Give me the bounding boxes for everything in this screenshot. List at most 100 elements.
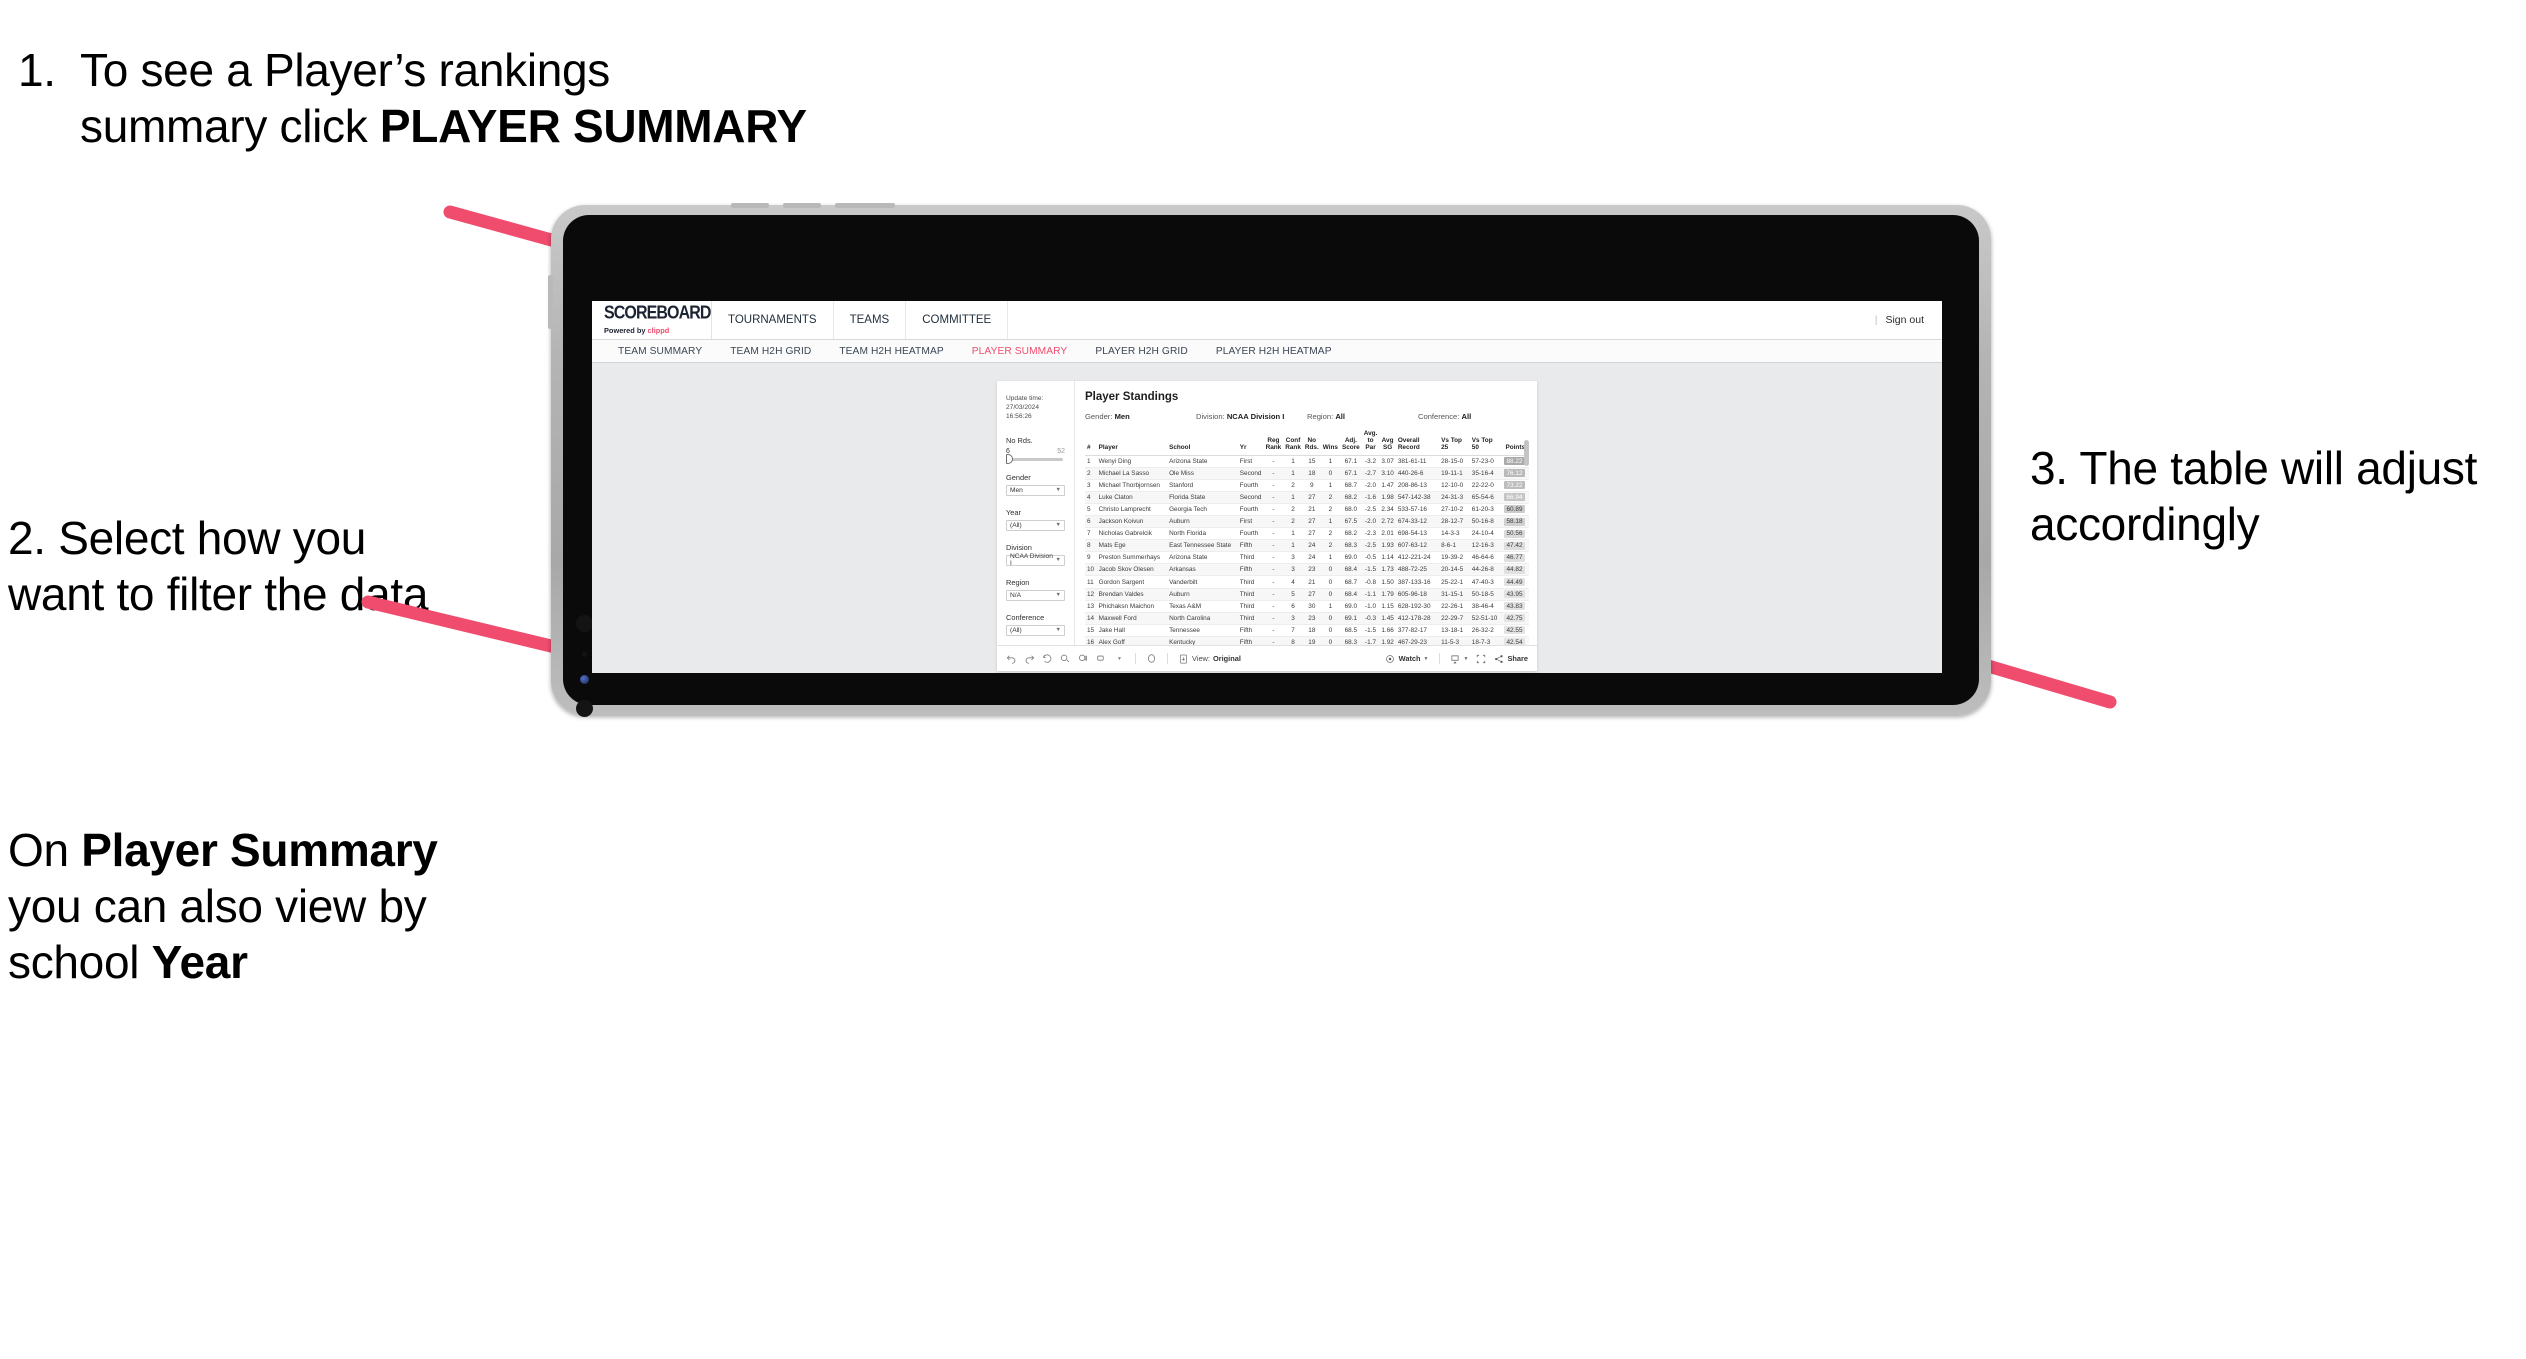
col-avg-to-par[interactable]: Avg. to Par <box>1361 430 1380 456</box>
table-cell-no-rds: 18 <box>1302 624 1321 637</box>
no-rounds-slider[interactable] <box>1006 454 1063 465</box>
share-label: Share <box>1507 654 1528 663</box>
col-overall-record[interactable]: Overall Record <box>1395 430 1440 456</box>
points-value: 47.42 <box>1504 541 1525 550</box>
download-control[interactable]: ▼ <box>1450 653 1469 664</box>
table-cell-vs-top-25: 24-31-3 <box>1439 491 1470 504</box>
table-cell-yr: Second <box>1237 467 1264 480</box>
tab-player-summary[interactable]: PLAYER SUMMARY <box>958 346 1082 357</box>
table-cell-no-rds: 21 <box>1302 575 1321 589</box>
table-cell-vs-top-50: 46-64-6 <box>1469 551 1502 565</box>
view-label: View: <box>1192 654 1210 663</box>
view-original-control[interactable]: View: Original <box>1178 653 1241 664</box>
dashboard-body: Update time: 27/03/2024 16:56:26 No Rds.… <box>997 381 1537 671</box>
tab-team-h2h-grid[interactable]: TEAM H2H GRID <box>716 346 825 357</box>
table-cell-no-rds: 19 <box>1302 636 1321 645</box>
table-row[interactable]: 10 Jacob Skov Olesen Arkansas Fifth -3 23 0 68.… <box>1085 563 1529 577</box>
undo-icon[interactable] <box>1006 653 1017 664</box>
tab-player-h2h-grid[interactable]: PLAYER H2H GRID <box>1081 346 1201 357</box>
division-select[interactable]: NCAA Division I ▼ <box>1006 553 1065 567</box>
col-player[interactable]: Player <box>1096 430 1168 456</box>
summary-gender: Gender: Men <box>1085 412 1196 421</box>
share-control[interactable]: Share <box>1493 653 1528 664</box>
app-logo[interactable]: SCOREBOARD Powered by clippd <box>592 301 712 339</box>
table-row[interactable]: 5 Christo Lamprecht Georgia Tech Fourth -2 21… <box>1085 503 1529 516</box>
table-row[interactable]: 12 Brendan Valdes Auburn Third -5 27 0 68.4 -1.1… <box>1085 588 1529 601</box>
table-row[interactable]: 14 Maxwell Ford North Carolina Third -3 23 0 69… <box>1085 612 1529 625</box>
refresh-data-icon[interactable] <box>1060 653 1071 664</box>
table-cell-yr: First <box>1237 515 1264 529</box>
table-row[interactable]: 9 Preston Summerhays Arizona State Third -3 2… <box>1085 551 1529 565</box>
col-avg-sg[interactable]: Avg SG <box>1379 430 1396 456</box>
col-reg-rank[interactable]: Reg Rank <box>1263 430 1284 456</box>
custom-view-icon[interactable] <box>1096 653 1107 664</box>
table-cell-overall-record: 440-26-6 <box>1395 467 1440 480</box>
year-select[interactable]: (All) ▼ <box>1006 519 1065 531</box>
tab-team-h2h-heatmap[interactable]: TEAM H2H HEATMAP <box>825 346 957 357</box>
table-cell-reg-rank: - <box>1263 612 1284 625</box>
filter-year-label: Year <box>1006 507 1021 517</box>
tab-player-h2h-heatmap[interactable]: PLAYER H2H HEATMAP <box>1202 346 1346 357</box>
topnav-item-committee[interactable]: COMMITTEE <box>906 301 1009 339</box>
col-rank[interactable]: # <box>1085 430 1097 456</box>
table-cell-points: 43.83 <box>1501 600 1529 613</box>
gender-select[interactable]: Men ▼ <box>1006 484 1065 496</box>
redo-icon[interactable] <box>1024 653 1035 664</box>
table-row[interactable]: 13 Phichaksn Maichon Texas A&M Third -6 30 1 69… <box>1085 600 1529 613</box>
table-cell-wins: 2 <box>1320 491 1340 504</box>
table-row[interactable]: 11 Gordon Sargent Vanderbilt Third -4 21 0 68.7… <box>1085 575 1529 589</box>
table-cell-overall-record: 467-29-23 <box>1395 636 1440 645</box>
table-head: # Player School Yr Reg Rank Conf Rank No Rd… <box>1085 430 1529 456</box>
table-cell-vs-top-25: 25-22-1 <box>1439 575 1470 589</box>
table-cell-conf-rank: 1 <box>1283 467 1303 480</box>
pause-auto-update-icon[interactable] <box>1078 653 1089 664</box>
col-school[interactable]: School <box>1167 430 1238 456</box>
revert-icon[interactable] <box>1042 653 1053 664</box>
table-cell-overall-record: 533-57-16 <box>1395 503 1440 516</box>
table-cell-avg-to-par: -3.2 <box>1361 455 1380 468</box>
table-row[interactable]: 2 Michael La Sasso Ole Miss Second -1 18 0 67.1… <box>1085 467 1529 480</box>
table-row[interactable]: 3 Michael Thorbjornsen Stanford Fourth -2 9 1 6… <box>1085 479 1529 492</box>
chevron-down-icon: ▼ <box>1463 655 1469 662</box>
table-scrollbar[interactable] <box>1524 440 1529 466</box>
table-cell-no-rds: 15 <box>1302 455 1321 468</box>
table-cell-yr: Fifth <box>1237 563 1264 577</box>
table-cell-no-rds: 23 <box>1302 563 1321 577</box>
col-no-rds[interactable]: No Rds. <box>1302 430 1321 456</box>
table-cell-avg-to-par: -0.5 <box>1361 551 1380 565</box>
region-select[interactable]: N/A ▼ <box>1006 589 1065 601</box>
table-row[interactable]: 15 Jake Hall Tennessee Fifth -7 18 0 68.5 -1.5 1.… <box>1085 624 1529 637</box>
table-cell-points: 73.22 <box>1501 479 1529 492</box>
topnav-item-tournaments[interactable]: TOURNAMENTS <box>712 301 834 339</box>
summary-division-label: Division: <box>1196 412 1225 421</box>
col-adj-score[interactable]: Adj. Score <box>1339 430 1362 456</box>
col-conf-rank[interactable]: Conf Rank <box>1283 430 1303 456</box>
slider-handle[interactable] <box>1006 454 1013 465</box>
watch-control[interactable]: Watch ▼ <box>1385 653 1429 664</box>
points-value: 58.18 <box>1504 517 1525 526</box>
topnav-separator: | <box>1874 314 1878 326</box>
table-row[interactable]: 1 Wenyi Ding Arizona State First -1 15 1 67.1 -3… <box>1085 455 1529 468</box>
history-icon[interactable] <box>1146 653 1157 664</box>
table-cell-player: Wenyi Ding <box>1096 455 1168 468</box>
fullscreen-icon[interactable] <box>1475 653 1486 664</box>
table-row[interactable]: 7 Nicholas Gabrelcik North Florida Fourth -1… <box>1085 527 1529 541</box>
sign-out-link[interactable]: Sign out <box>1885 314 1924 326</box>
conference-select[interactable]: (All) ▼ <box>1006 624 1065 636</box>
table-cell-wins: 2 <box>1320 539 1340 553</box>
col-year[interactable]: Yr <box>1237 430 1264 456</box>
table-row[interactable]: 8 Mats Ege East Tennessee State Fifth -1 24 2 6… <box>1085 539 1529 553</box>
table-row[interactable]: 16 Alex Goff Kentucky Fifth -8 19 0 68.3 -1.7 1.9… <box>1085 636 1529 645</box>
table-cell-reg-rank: - <box>1263 527 1284 541</box>
col-vs-top-25[interactable]: Vs Top 25 <box>1439 430 1470 456</box>
table-cell-overall-record: 412-178-28 <box>1395 612 1440 625</box>
table-row[interactable]: 4 Luke Claton Florida State Second -1 27 2 68.2… <box>1085 491 1529 504</box>
col-vs-top-50[interactable]: Vs Top 50 <box>1469 430 1502 456</box>
table-cell-vs-top-50: 57-23-0 <box>1469 455 1502 468</box>
col-wins[interactable]: Wins <box>1320 430 1340 456</box>
topnav-item-teams[interactable]: TEAMS <box>834 301 907 339</box>
tab-team-summary[interactable]: TEAM SUMMARY <box>604 346 716 357</box>
table-cell-avg-to-par: -1.0 <box>1361 600 1380 613</box>
table-row[interactable]: 6 Jackson Koivun Auburn First -2 27 1 67.5 -2.0 2… <box>1085 515 1529 529</box>
dropdown-caret-icon[interactable]: ▼ <box>1114 653 1125 664</box>
